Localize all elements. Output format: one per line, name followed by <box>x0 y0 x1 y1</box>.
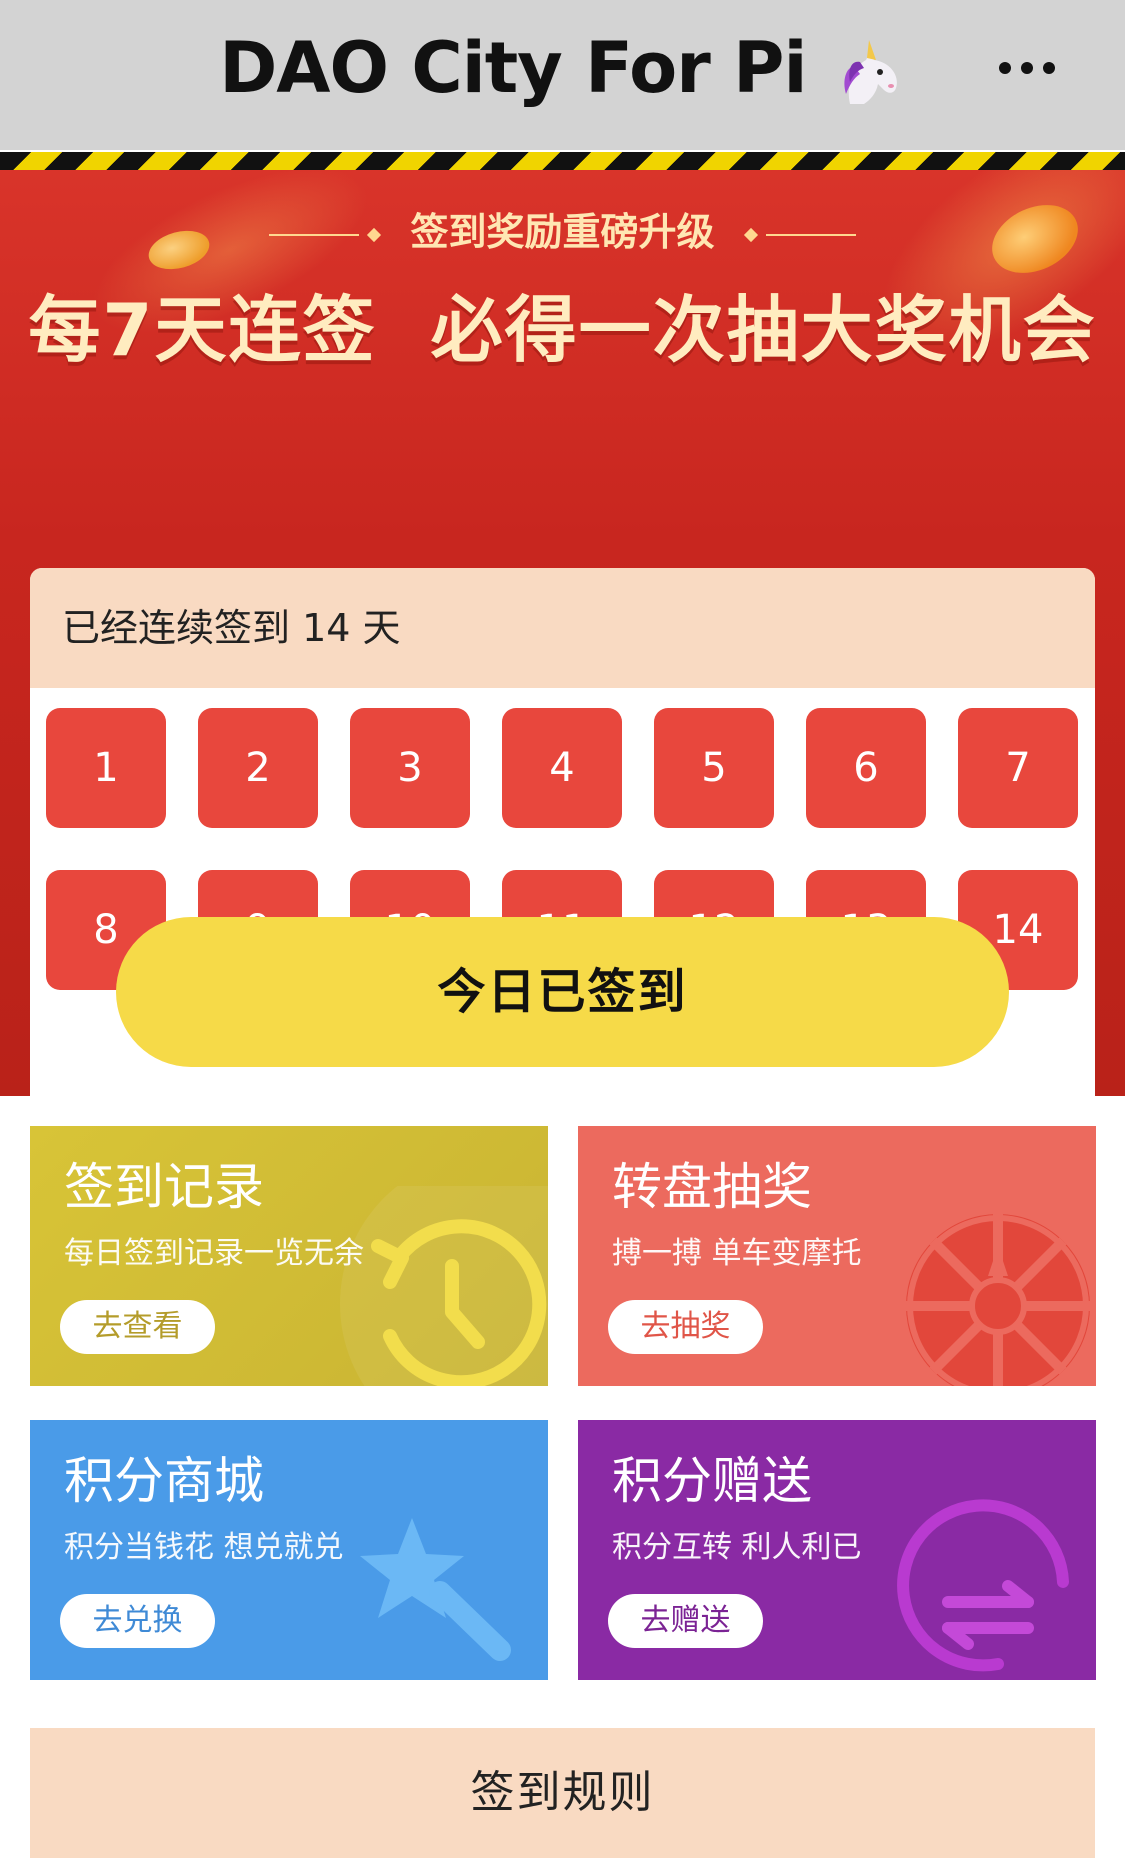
day-cell: 4 <box>502 708 622 828</box>
banner-subheading-text: 签到奖励重磅升级 <box>410 210 715 254</box>
hazard-stripe <box>0 152 1125 170</box>
day-cell: 6 <box>806 708 926 828</box>
day-cell: 2 <box>198 708 318 828</box>
divider <box>765 233 856 236</box>
streak-text: 已经连续签到 14 天 <box>30 568 1095 688</box>
signed-today-button[interactable]: 今日已签到 <box>116 917 1009 1067</box>
tile-subtitle: 搏一搏 单车变摩托 <box>612 1236 862 1271</box>
tile-points-mall[interactable]: 积分商城 积分当钱花 想兑就兑 去兑换 <box>30 1420 548 1680</box>
divider <box>269 233 360 236</box>
tile-title: 积分商城 <box>64 1452 264 1510</box>
exchange-button[interactable]: 去兑换 <box>60 1594 215 1648</box>
wheel-icon <box>906 1214 1090 1386</box>
day-cell: 5 <box>654 708 774 828</box>
magic-wand-icon <box>360 1518 511 1661</box>
tile-subtitle: 每日签到记录一览无余 <box>64 1236 364 1271</box>
nav-bar: DAO City For Pi <box>0 0 1125 150</box>
day-cell: 7 <box>958 708 1078 828</box>
banner-heading: 每7天连签 必得一次抽大奖机会 <box>28 288 1097 372</box>
banner-subheading: 签到奖励重磅升级 <box>0 208 1125 256</box>
tile-points-gift[interactable]: 积分赠送 积分互转 利人利已 去赠送 <box>578 1420 1096 1680</box>
tile-wheel-lottery[interactable]: 转盘抽奖 搏一搏 单车变摩托 去抽奖 <box>578 1126 1096 1386</box>
day-cell: 1 <box>46 708 166 828</box>
draw-button[interactable]: 去抽奖 <box>608 1300 763 1354</box>
gift-button[interactable]: 去赠送 <box>608 1594 763 1648</box>
view-button[interactable]: 去查看 <box>60 1300 215 1354</box>
tile-title: 积分赠送 <box>612 1452 812 1510</box>
day-cell: 3 <box>350 708 470 828</box>
tile-checkin-record[interactable]: 签到记录 每日签到记录一览无余 去查看 <box>30 1126 548 1386</box>
clock-history-icon <box>340 1186 548 1386</box>
tile-title: 转盘抽奖 <box>612 1158 812 1216</box>
unicorn-icon <box>844 39 897 104</box>
page-title: DAO City For Pi <box>0 28 1125 108</box>
tile-title: 签到记录 <box>64 1158 264 1216</box>
more-dots-icon[interactable] <box>999 60 1055 76</box>
title-text: DAO City For Pi <box>219 27 807 109</box>
diamond-icon <box>367 227 382 242</box>
tile-subtitle: 积分当钱花 想兑就兑 <box>64 1530 344 1565</box>
tile-subtitle: 积分互转 利人利已 <box>612 1530 862 1565</box>
transfer-arrows-icon <box>897 1499 1069 1672</box>
diamond-icon <box>743 227 758 242</box>
